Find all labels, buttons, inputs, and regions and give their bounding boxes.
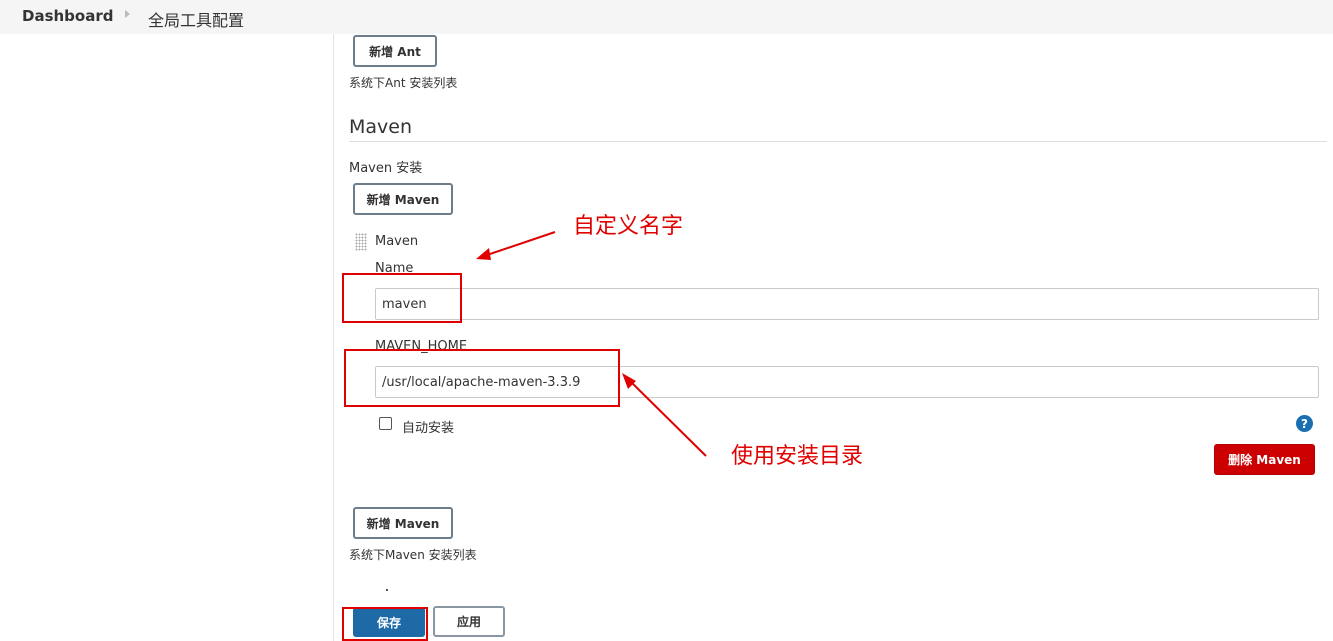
arrow-line-name xyxy=(483,231,556,257)
annotation-arrows xyxy=(476,231,707,457)
arrow-line-home xyxy=(627,378,707,457)
arrow-head-home xyxy=(622,373,636,389)
arrow-head-name xyxy=(476,248,491,260)
